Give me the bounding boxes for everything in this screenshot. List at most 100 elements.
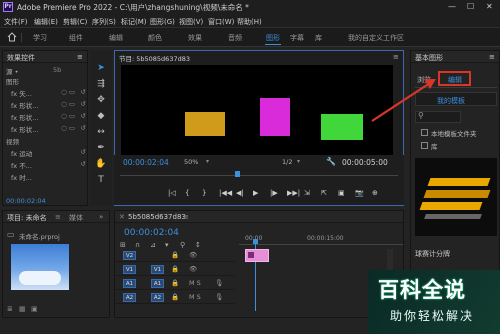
reset-icon[interactable]: ↺: [81, 124, 86, 132]
workspace-assembly[interactable]: 组件: [69, 33, 83, 43]
step-frame-back-icon[interactable]: ◀|: [236, 189, 244, 197]
list-view-icon[interactable]: ≣: [7, 305, 13, 313]
effect-row[interactable]: fx 不... ↺: [3, 160, 89, 170]
graphics-menu-icon[interactable]: ≡: [489, 53, 495, 61]
menu-sequence[interactable]: 序列(S): [92, 17, 116, 27]
type-tool-icon[interactable]: T: [95, 174, 107, 186]
compare-icon[interactable]: ▣: [338, 189, 345, 197]
source-patch-button[interactable]: V2: [123, 251, 136, 260]
green-rectangle-shape[interactable]: [321, 114, 363, 140]
program-monitor-tab[interactable]: 节目: 5b5085d637d83: [119, 53, 190, 63]
workspace-graphics[interactable]: 图形: [266, 33, 280, 43]
playhead-timecode[interactable]: 00:00:02:04: [123, 158, 169, 167]
lift-icon[interactable]: ⇲: [304, 189, 310, 197]
mask-tools-icon[interactable]: ○ ▭: [61, 88, 75, 96]
timeline-timecode[interactable]: 00:00:02:04: [124, 228, 179, 238]
effect-row[interactable]: fx 形状... ○ ▭ ↺: [3, 100, 89, 110]
ripple-edit-tool-icon[interactable]: ✥: [95, 94, 107, 106]
zoom-chevron-icon[interactable]: ▾: [206, 158, 209, 165]
magenta-rectangle-shape[interactable]: [260, 98, 290, 136]
timeline-ruler[interactable]: [239, 244, 403, 245]
lock-icon[interactable]: 🔒: [171, 251, 179, 259]
play-icon[interactable]: ▶: [253, 189, 258, 197]
track-select-tool-icon[interactable]: ⇶: [95, 78, 107, 90]
effect-row[interactable]: fx 矢... ○ ▭ ↺: [3, 88, 89, 98]
lock-icon[interactable]: 🔒: [171, 293, 179, 301]
mark-in-icon[interactable]: |◁: [168, 189, 176, 197]
timeline-menu-icon[interactable]: ≡: [183, 213, 189, 221]
menu-markers[interactable]: 标记(M): [121, 17, 147, 27]
resolution-dropdown[interactable]: 1/2: [282, 158, 292, 166]
export-frame-icon[interactable]: 📷: [355, 189, 364, 197]
mask-tools-icon[interactable]: ○ ▭: [61, 112, 75, 120]
timeline-tool-icon[interactable]: ↕: [195, 241, 201, 249]
timeline-tool-icon[interactable]: ∩: [135, 241, 140, 249]
add-button-icon[interactable]: ⊕: [372, 189, 378, 197]
timeline-tool-icon[interactable]: ⊿: [150, 241, 156, 249]
timeline-tool-icon[interactable]: ⚲: [180, 241, 185, 249]
effect-row[interactable]: 图形: [3, 76, 89, 86]
source-patch-button[interactable]: A1: [123, 279, 136, 288]
monitor-playhead[interactable]: [235, 171, 240, 177]
menu-file[interactable]: 文件(F): [4, 17, 28, 27]
go-to-in-icon[interactable]: }: [202, 189, 206, 197]
icon-view-icon[interactable]: ▦: [19, 305, 26, 313]
mask-tools-icon[interactable]: ○ ▭: [61, 124, 75, 132]
track-target-button[interactable]: A1: [151, 279, 164, 288]
workspace-bar-captions[interactable]: 字幕: [290, 33, 304, 43]
timeline-playhead-handle[interactable]: [253, 239, 258, 244]
extract-icon[interactable]: ⇱: [321, 189, 327, 197]
project-tab[interactable]: 项目: 未命名: [7, 213, 47, 223]
track-target-button[interactable]: V1: [151, 265, 164, 274]
effect-row[interactable]: 视频: [3, 136, 89, 146]
menu-help[interactable]: 帮助(H): [237, 17, 262, 27]
local-folder-checkbox[interactable]: [421, 129, 428, 136]
microphone-icon[interactable]: 🎙: [215, 293, 223, 301]
source-patch-button[interactable]: V1: [123, 265, 136, 274]
workspace-effects[interactable]: 效果: [188, 33, 202, 43]
mute-solo-buttons[interactable]: M S: [189, 293, 201, 301]
mark-out-icon[interactable]: {: [185, 189, 189, 197]
step-back-icon[interactable]: |◀◀: [219, 189, 232, 197]
panel-menu-icon[interactable]: ≡: [77, 53, 83, 61]
menu-window[interactable]: 窗口(W): [208, 17, 234, 27]
zoom-dropdown[interactable]: 50%: [184, 158, 198, 166]
menu-clip[interactable]: 剪辑(C): [63, 17, 87, 27]
go-to-out-icon[interactable]: ▶▶|: [287, 189, 300, 197]
sequence-thumbnail[interactable]: [11, 244, 69, 290]
lock-icon[interactable]: 🔒: [171, 279, 179, 287]
workspace-audio[interactable]: 音频: [228, 33, 242, 43]
razor-tool-icon[interactable]: ◆: [95, 110, 107, 122]
step-frame-forward-icon[interactable]: |▶: [270, 189, 278, 197]
slip-tool-icon[interactable]: ↔: [95, 126, 107, 138]
menu-edit[interactable]: 编辑(E): [34, 17, 58, 27]
wrench-icon[interactable]: 🔧: [326, 157, 336, 166]
program-menu-icon[interactable]: ≡: [393, 53, 399, 61]
more-panels-icon[interactable]: »: [99, 213, 103, 221]
effect-row[interactable]: fx 运动 ↺: [3, 148, 89, 158]
workspace-color[interactable]: 颜色: [148, 33, 162, 43]
template-thumbnail[interactable]: [415, 158, 497, 236]
reset-icon[interactable]: ↺: [81, 148, 86, 156]
reset-icon[interactable]: ↺: [81, 160, 86, 168]
mute-solo-buttons[interactable]: M S: [189, 279, 201, 287]
selection-tool-icon[interactable]: ➤: [95, 62, 107, 74]
menu-graphics[interactable]: 图形(G): [150, 17, 175, 27]
media-browser-tab[interactable]: 媒体: [69, 213, 83, 223]
resolution-chevron-icon[interactable]: ▾: [297, 158, 300, 165]
reset-icon[interactable]: ↺: [81, 88, 86, 96]
maximize-button[interactable]: ☐: [467, 2, 474, 11]
effect-controls-timecode[interactable]: 00:00:02:04: [6, 197, 46, 205]
microphone-icon[interactable]: 🎙: [215, 279, 223, 287]
menu-view[interactable]: 视图(V): [179, 17, 203, 27]
pen-tool-icon[interactable]: ✒: [95, 142, 107, 154]
workspace-editing[interactable]: 编辑: [109, 33, 123, 43]
lock-icon[interactable]: 🔒: [171, 265, 179, 273]
sequence-tab[interactable]: 5b5085d637d83: [128, 213, 186, 221]
effect-row[interactable]: fx 时...: [3, 172, 89, 182]
workspace-custom[interactable]: 我的自定义工作区: [348, 33, 404, 43]
eye-icon[interactable]: 👁: [189, 251, 197, 259]
reset-icon[interactable]: ↺: [81, 100, 86, 108]
hand-tool-icon[interactable]: ✋: [95, 158, 107, 170]
effect-controls-tab[interactable]: 效果控件: [7, 53, 35, 63]
